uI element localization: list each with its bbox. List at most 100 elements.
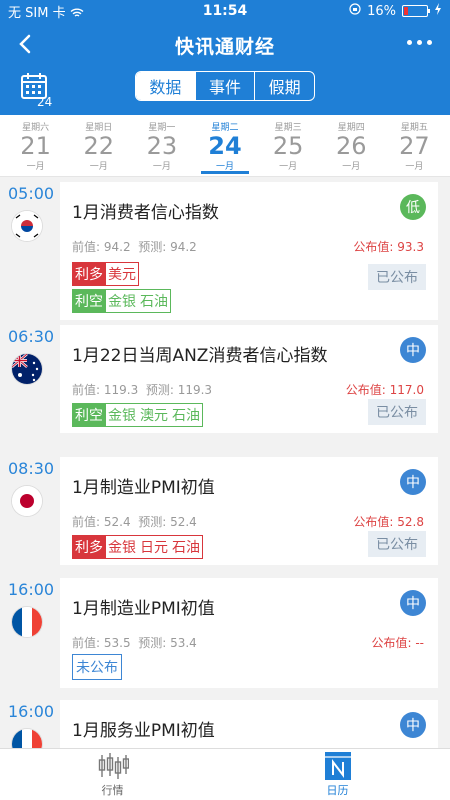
- bullish-label: 利多: [72, 262, 106, 286]
- france-flag-icon: [12, 607, 42, 637]
- date-day: 23: [146, 132, 178, 160]
- date-item[interactable]: 星期日 22 一月: [67, 115, 130, 176]
- event-card[interactable]: 1月服务业PMI初值 中: [60, 700, 438, 748]
- date-day: 25: [272, 132, 304, 160]
- published-value: 公布值: 117.0: [345, 383, 424, 397]
- date-item[interactable]: 星期二 24 一月: [193, 115, 256, 176]
- prev-forecast: 前值: 119.3 预测: 119.3: [72, 383, 213, 397]
- date-item[interactable]: 星期三 25 一月: [257, 115, 320, 176]
- date-item[interactable]: 星期四 26 一月: [320, 115, 383, 176]
- calendar-n-icon: [322, 751, 354, 780]
- date-day: 22: [83, 132, 114, 160]
- status-badge: 已公布: [368, 264, 426, 290]
- date-month: 一月: [215, 162, 234, 172]
- date-item[interactable]: 星期一 23 一月: [130, 115, 193, 176]
- prev-forecast: 前值: 94.2 预测: 94.2: [72, 240, 197, 254]
- wifi-icon: [70, 6, 84, 21]
- tab-events[interactable]: 事件: [196, 72, 256, 100]
- tab-holidays[interactable]: 假期: [255, 72, 314, 100]
- france-flag-icon: [12, 729, 42, 748]
- event-name: 1月制造业PMI初值: [72, 599, 215, 619]
- date-day: 27: [399, 132, 430, 160]
- event-card[interactable]: 1月22日当周ANZ消费者信心指数 中 前值: 119.3 预测: 119.3 …: [60, 325, 438, 433]
- calendar-day-label: 24: [37, 95, 53, 109]
- date-day: 21: [20, 132, 51, 160]
- importance-badge: 中: [400, 590, 426, 616]
- tag-item: 日元: [140, 540, 168, 556]
- prev-forecast: 前值: 53.5 预测: 53.4: [72, 636, 197, 650]
- date-month: 一月: [152, 162, 171, 172]
- bullish-tags: 利多 美元: [72, 262, 139, 286]
- status-badge: 已公布: [368, 399, 426, 425]
- importance-badge: 中: [400, 337, 426, 363]
- tag-item: 金银: [108, 408, 136, 424]
- date-month: 一月: [342, 162, 361, 172]
- published-value: 公布值: 93.3: [353, 240, 424, 254]
- date-month: 一月: [26, 162, 45, 172]
- tab-row: 24 数据 事件 假期: [0, 68, 450, 112]
- charging-icon: [434, 3, 442, 19]
- tag-item: 金银: [108, 540, 136, 556]
- australia-flag-icon: [12, 354, 42, 384]
- status-bar: 无 SIM 卡 11:54 16%: [0, 0, 450, 22]
- battery-percent: 16%: [367, 3, 396, 19]
- unpublished-badge: 未公布: [72, 654, 122, 680]
- list-item: 16:00 1月服务业PMI初值 中: [0, 696, 450, 748]
- status-badge: 已公布: [368, 531, 426, 557]
- event-time: 16:00: [8, 702, 55, 721]
- importance-badge: 中: [400, 469, 426, 495]
- event-time: 05:00: [8, 184, 55, 203]
- more-icon[interactable]: [407, 40, 432, 45]
- date-day: 24: [208, 132, 242, 160]
- tag-item: 美元: [108, 267, 136, 283]
- back-icon[interactable]: [14, 32, 38, 56]
- tab-calendar-label: 日历: [326, 783, 349, 797]
- event-time: 06:30: [8, 327, 55, 346]
- rotation-lock-icon: [349, 3, 361, 19]
- event-list[interactable]: 05:00 1月消费者信心指数 低 前值: 94.2 预测: 94.2 公布值:…: [0, 178, 450, 748]
- tag-item: 石油: [172, 408, 200, 424]
- bearish-label: 利空: [72, 289, 106, 313]
- bullish-tags: 利多 金银 日元 石油: [72, 535, 203, 559]
- date-item[interactable]: 星期六 21 一月: [4, 115, 67, 176]
- event-card[interactable]: 1月制造业PMI初值 中 前值: 53.5 预测: 53.4 公布值: -- 未…: [60, 578, 438, 688]
- date-month: 一月: [405, 162, 424, 172]
- list-item: 05:00 1月消费者信心指数 低 前值: 94.2 预测: 94.2 公布值:…: [0, 178, 450, 321]
- importance-badge: 低: [400, 194, 426, 220]
- published-value: 公布值: 52.8: [353, 515, 424, 529]
- header: 无 SIM 卡 11:54 16% 快讯通财经 24 数据 事件 假期: [0, 0, 450, 115]
- tag-item: 石油: [140, 294, 168, 310]
- tab-market[interactable]: 行情: [0, 749, 225, 800]
- prev-forecast: 前值: 52.4 预测: 52.4: [72, 515, 197, 529]
- bottom-tab-bar: 行情 日历: [0, 748, 450, 800]
- carrier-label: 无 SIM 卡: [8, 2, 84, 21]
- battery-icon: [402, 5, 430, 17]
- event-time: 16:00: [8, 580, 55, 599]
- tag-item: 澳元: [140, 408, 168, 424]
- date-month: 一月: [89, 162, 108, 172]
- event-name: 1月服务业PMI初值: [72, 721, 215, 741]
- bullish-label: 利多: [72, 535, 106, 559]
- tag-item: 石油: [172, 540, 200, 556]
- candlestick-icon: [97, 752, 129, 780]
- tab-calendar[interactable]: 日历: [225, 749, 450, 800]
- tab-market-label: 行情: [101, 783, 124, 797]
- tag-item: 金银: [108, 294, 136, 310]
- event-name: 1月消费者信心指数: [72, 203, 219, 223]
- date-day: 26: [336, 132, 367, 160]
- list-item: 08:30 1月制造业PMI初值 中 前值: 52.4 预测: 52.4 公布值…: [0, 453, 450, 574]
- japan-flag-icon: [12, 486, 42, 516]
- event-card[interactable]: 1月消费者信心指数 低 前值: 94.2 预测: 94.2 公布值: 93.3 …: [60, 182, 438, 320]
- date-item[interactable]: 星期五 27 一月: [383, 115, 446, 176]
- bearish-tags: 利空 金银 澳元 石油: [72, 403, 203, 427]
- list-item: 06:30 1月22日当周ANZ消费者信心指数 中 前值: 119.3 预测: …: [0, 321, 450, 453]
- tab-data[interactable]: 数据: [136, 72, 196, 100]
- event-name: 1月22日当周ANZ消费者信心指数: [72, 346, 328, 366]
- published-value: 公布值: --: [371, 636, 424, 650]
- event-card[interactable]: 1月制造业PMI初值 中 前值: 52.4 预测: 52.4 公布值: 52.8…: [60, 457, 438, 565]
- event-time: 08:30: [8, 459, 55, 478]
- segment-control: 数据 事件 假期: [135, 71, 315, 101]
- bearish-label: 利空: [72, 403, 106, 427]
- event-name: 1月制造业PMI初值: [72, 478, 215, 498]
- date-month: 一月: [279, 162, 298, 172]
